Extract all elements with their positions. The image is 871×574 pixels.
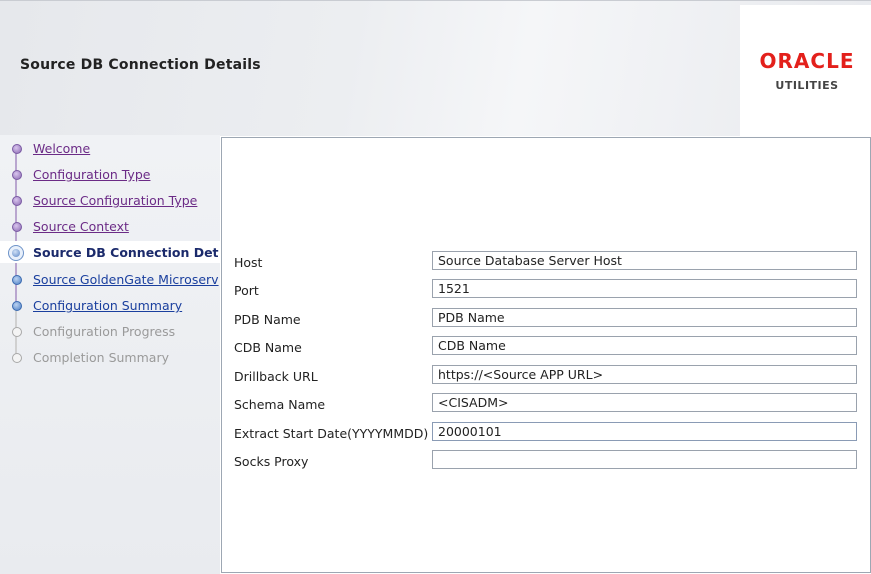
socks-proxy-row: Socks Proxy [222, 450, 870, 472]
sidebar-item-label: Source DB Connection Det [33, 245, 219, 260]
sidebar-item-welcome[interactable]: Welcome [0, 137, 220, 159]
extract-start-date-row: Extract Start Date(YYYYMMDD) [222, 422, 870, 444]
step-complete-icon [12, 170, 22, 180]
step-pending-icon [12, 275, 22, 285]
step-complete-icon [12, 196, 22, 206]
schema-name-label: Schema Name [234, 397, 326, 412]
host-label: Host [234, 255, 263, 270]
port-label: Port [234, 283, 259, 298]
sidebar-item-label: Source Configuration Type [33, 193, 198, 208]
page-title: Source DB Connection Details [20, 57, 261, 73]
extract-start-date-input[interactable] [432, 422, 857, 441]
sidebar-item-label: Configuration Summary [33, 298, 183, 313]
step-future-icon [12, 353, 22, 363]
pdb-name-label: PDB Name [234, 312, 301, 327]
cdb-name-label: CDB Name [234, 340, 302, 355]
page-header: Source DB Connection Details ORACLE UTIL… [0, 0, 871, 136]
extract-start-date-label: Extract Start Date(YYYYMMDD) [234, 426, 429, 441]
sidebar-item-configuration-summary[interactable]: Configuration Summary [0, 294, 220, 316]
port-input[interactable] [432, 279, 857, 298]
socks-proxy-input[interactable] [432, 450, 857, 469]
sidebar-item-source-configuration-type[interactable]: Source Configuration Type [0, 189, 220, 211]
step-future-icon [12, 327, 22, 337]
cdb-name-row: CDB Name [222, 336, 870, 358]
step-complete-icon [12, 144, 22, 154]
pdb-name-row: PDB Name [222, 308, 870, 330]
drillback-url-input[interactable] [432, 365, 857, 384]
wizard-steps-sidebar: Welcome Configuration Type Source Config… [0, 135, 220, 574]
sidebar-item-label: Welcome [33, 141, 91, 156]
logo-product: UTILITIES [775, 79, 839, 92]
sidebar-item-source-context[interactable]: Source Context [0, 215, 220, 237]
sidebar-item-source-goldengate-microservices[interactable]: Source GoldenGate Microserv [0, 268, 220, 290]
cdb-name-input[interactable] [432, 336, 857, 355]
port-row: Port [222, 279, 870, 301]
sidebar-item-label: Configuration Type [33, 167, 151, 182]
step-current-icon [8, 245, 24, 261]
oracle-utilities-logo: ORACLE UTILITIES [740, 5, 871, 136]
sidebar-item-source-db-connection-details[interactable]: Source DB Connection Det [0, 241, 220, 263]
schema-name-row: Schema Name [222, 393, 870, 415]
step-pending-icon [12, 301, 22, 311]
sidebar-item-completion-summary: Completion Summary [0, 346, 220, 368]
step-complete-icon [12, 222, 22, 232]
sidebar-item-label: Source GoldenGate Microserv [33, 272, 219, 287]
sidebar-item-configuration-progress: Configuration Progress [0, 320, 220, 342]
sidebar-item-label: Completion Summary [33, 350, 169, 365]
logo-brand: ORACLE [759, 49, 855, 73]
pdb-name-input[interactable] [432, 308, 857, 327]
socks-proxy-label: Socks Proxy [234, 454, 309, 469]
drillback-url-row: Drillback URL [222, 365, 870, 387]
host-row: Host [222, 251, 870, 273]
sidebar-item-label: Configuration Progress [33, 324, 176, 339]
connection-details-form: Host Port PDB Name CDB Name Drillback UR… [221, 137, 871, 573]
schema-name-input[interactable] [432, 393, 857, 412]
sidebar-item-configuration-type[interactable]: Configuration Type [0, 163, 220, 185]
sidebar-item-label: Source Context [33, 219, 129, 234]
host-input[interactable] [432, 251, 857, 270]
drillback-url-label: Drillback URL [234, 369, 318, 384]
